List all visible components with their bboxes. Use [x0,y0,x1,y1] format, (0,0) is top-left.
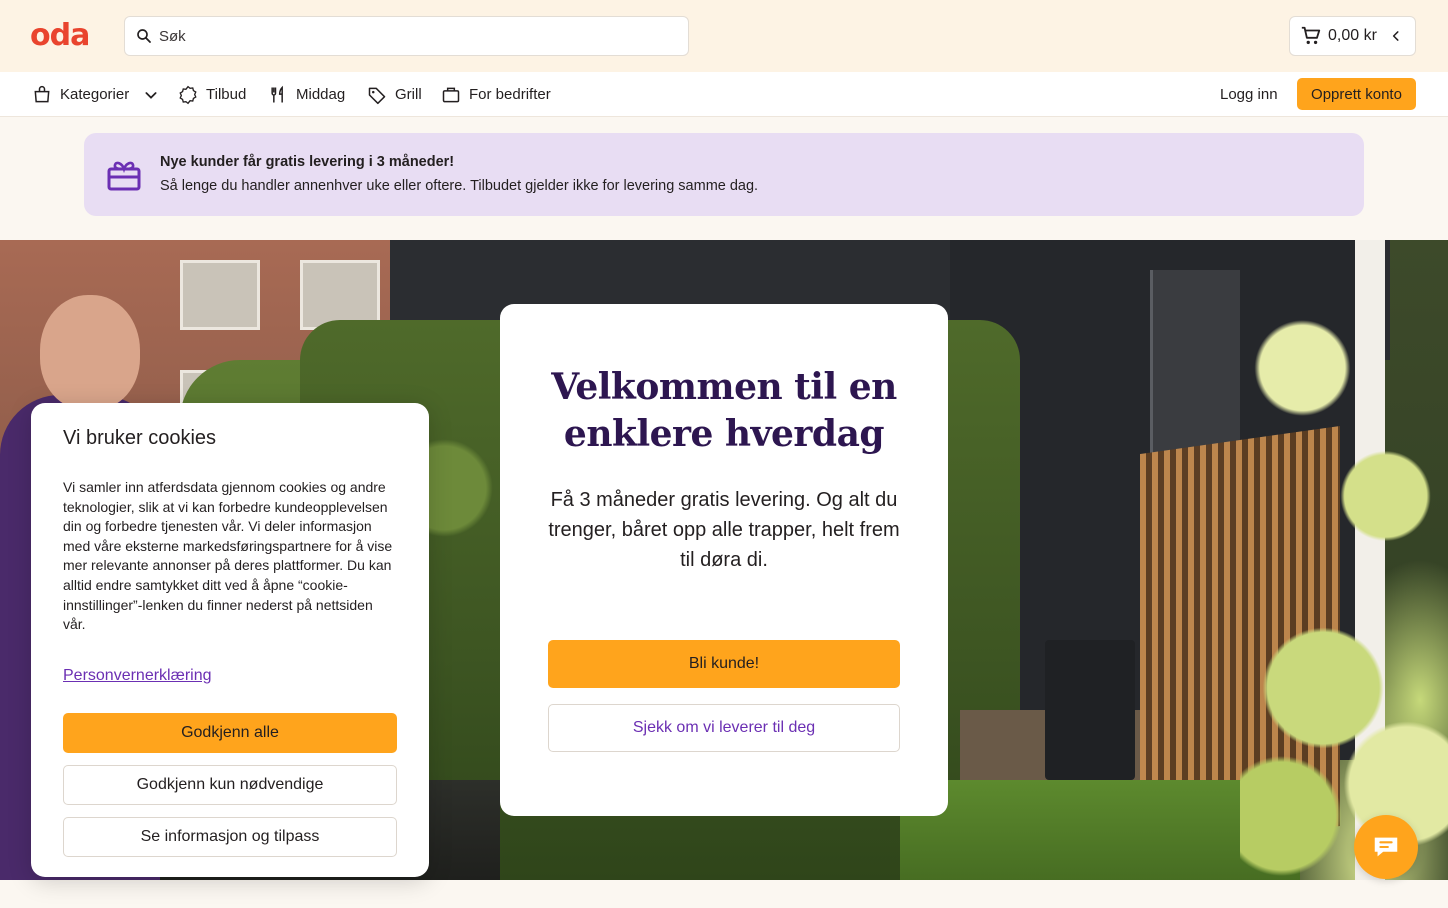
promo-text: Så lenge du handler annenhver uke eller … [160,178,759,194]
customize-cookies-button[interactable]: Se informasjon og tilpass [63,817,397,857]
cookie-dialog: Vi bruker cookies Vi samler inn atferdsd… [31,403,429,877]
nav-item-kategorier[interactable]: Kategorier [32,72,159,117]
promo-banner [84,133,1364,216]
nav-label: Grill [395,86,422,103]
create-account-button[interactable]: Opprett konto [1297,78,1416,110]
search-icon [137,29,151,43]
welcome-title-line1: Velkommen til en [551,366,897,408]
welcome-title: Velkommen til en enklere hverdag [500,364,948,458]
chevron-down-icon [145,91,157,99]
nav-item-for-bedrifter[interactable]: For bedrifter [441,72,551,117]
chat-icon [1374,837,1398,857]
login-link[interactable]: Logg inn [1220,72,1278,117]
become-customer-button[interactable]: Bli kunde! [548,640,900,688]
main-nav: Kategorier Tilbud Middag Grill For bedri… [0,72,1448,117]
badge-icon [179,85,197,104]
chair [1045,640,1135,780]
nav-label: Middag [296,86,346,103]
nav-label: Kategorier [60,86,130,103]
chevron-left-icon[interactable] [1389,29,1403,43]
nav-item-middag[interactable]: Middag [268,72,345,117]
promo-title: Nye kunder får gratis levering i 3 måned… [160,154,455,170]
person-head [40,295,140,410]
top-header: oda 0,00 kr [0,0,1448,72]
chat-button[interactable] [1354,815,1418,879]
cookie-text: Vi samler inn atferdsdata gjennom cookie… [63,479,393,633]
cart-button[interactable]: 0,00 kr [1289,16,1416,56]
cutlery-icon [271,85,283,102]
privacy-policy-link[interactable]: Personvernerklæring [63,667,212,685]
gift-card-icon [107,161,141,191]
accept-necessary-button[interactable]: Godkjenn kun nødvendige [63,765,397,805]
cookie-title: Vi bruker cookies [63,427,217,449]
accept-all-button[interactable]: Godkjenn alle [63,713,397,753]
cart-total: 0,00 kr [1328,27,1377,44]
cart-icon [1301,26,1321,45]
nav-label: Tilbud [206,86,247,103]
foreground-leaves [1240,240,1448,880]
bag-icon [34,85,50,102]
search-box[interactable] [124,16,689,56]
search-input[interactable] [159,27,639,45]
welcome-card: Velkommen til en enklere hverdag Få 3 må… [500,304,948,816]
nav-item-grill[interactable]: Grill [367,72,422,117]
tag-icon [368,87,386,104]
check-delivery-button[interactable]: Sjekk om vi leverer til deg [548,704,900,752]
welcome-text: Få 3 måneder gratis levering. Og alt du … [548,489,900,571]
briefcase-icon [442,87,460,102]
nav-item-tilbud[interactable]: Tilbud [178,72,246,117]
window [180,260,260,330]
oda-logo[interactable]: oda [30,20,90,52]
welcome-title-line2: enklere hverdag [563,413,885,455]
nav-label: For bedrifter [469,86,551,103]
